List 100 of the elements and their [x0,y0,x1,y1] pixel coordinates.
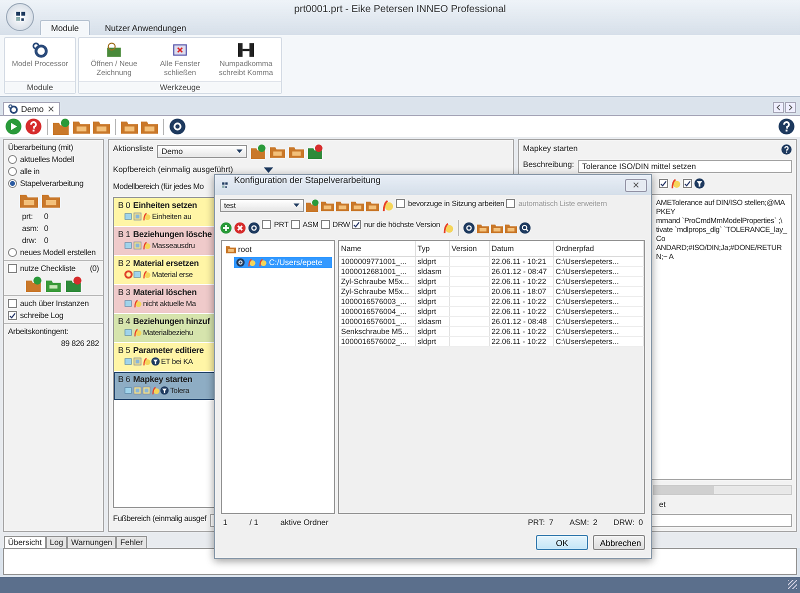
document-icon [133,241,142,250]
output-tab[interactable]: Fehler [116,536,147,548]
section-label: Modellbereich (für jedes Mo [113,182,204,191]
document-tab[interactable]: Demo [3,102,60,115]
radio-option[interactable]: aktuelles Modell [8,155,74,164]
checklist-count: (0) [90,264,99,273]
swirl-icon [670,178,681,189]
checkmark-icon [9,312,16,320]
filter-icon [694,178,705,189]
scroll-left-button[interactable] [773,102,784,113]
help-icon[interactable] [778,118,795,135]
folder-plus-icon[interactable] [53,118,70,135]
folder-icon[interactable] [270,144,286,159]
radio-option[interactable]: alle in [8,167,40,176]
count-value: 0 [44,224,50,233]
folder-delete-icon[interactable] [66,276,82,292]
square-icon [124,241,133,250]
drawing-icon [106,42,122,58]
swirl-icon[interactable] [381,199,394,212]
count-value: 7 [549,518,554,527]
swirl-icon [142,212,151,221]
square-icon [124,328,133,337]
target-icon[interactable] [463,222,476,234]
filter-icon [151,357,160,366]
action-list-select[interactable]: Demo [157,145,248,158]
scroll-right-button[interactable] [785,102,796,113]
checkmark-icon [353,220,360,228]
output-tab[interactable]: Übersicht [4,536,46,548]
section-label: Fußbereich (einmalig ausgef [113,514,206,523]
block-title: B 6 Mapkey starten [118,374,192,384]
gear-icon [32,42,48,58]
radio-option[interactable]: Stapelverarbeitung [8,179,84,188]
filter-icon [160,386,169,395]
swirl-icon [258,258,267,267]
block-title: B 4 Beziehungen hinzuf [118,316,210,326]
folder-icon[interactable] [289,144,304,159]
swirl-icon[interactable] [442,222,454,234]
dialog-button[interactable]: Abbrechen [593,535,645,550]
document-icon [133,357,142,366]
checkbox[interactable]: schreibe Log [8,311,64,320]
panel-title: Mapkey starten [523,144,578,153]
close-icon[interactable] [46,105,55,113]
dropdown-icon [293,202,300,209]
target-icon[interactable] [169,118,186,135]
delete-icon[interactable] [234,222,246,234]
section-heading: Überarbeitung (mit) [8,143,74,152]
count-label: DRW: [614,518,635,527]
block-title: B 1 Beziehungen lösche [118,229,212,239]
count-label: prt: [22,212,34,221]
status-text: aktive Ordner [280,518,328,527]
count-value: 0 [44,236,50,245]
window-title: prt0001.prt - Eike Petersen INNEO Professional [293,2,507,16]
checkbox[interactable] [683,179,692,188]
radio-option[interactable]: neues Modell erstellen [8,248,96,257]
close-icon [632,181,640,189]
block-title: B 3 Material löschen [118,287,197,297]
checkbox[interactable] [659,179,668,188]
field-label: Beschreibung: [523,160,574,169]
search-icon[interactable] [519,222,532,234]
gear-icon [8,104,18,114]
folder-plus-icon[interactable] [306,199,319,212]
folder-plus-icon[interactable] [251,144,266,159]
help-icon[interactable] [25,118,42,135]
tree-item[interactable]: root [224,243,332,255]
swirl-icon [142,241,151,250]
quota-label: Arbeitskontingent: [8,327,68,336]
ribbon-tab[interactable]: Module [40,20,90,35]
count-label: asm: [22,224,40,233]
checkbox[interactable]: auch über Instanzen [8,299,89,308]
swirl-icon [142,270,151,279]
close-button[interactable] [625,178,647,192]
dialog-title: Konfiguration der Stapelverarbeitung [234,175,381,185]
swirl-icon [133,328,142,337]
horizontal-scrollbar[interactable] [653,485,792,495]
quota-value: 89 826 282 [60,339,99,348]
section-label: et [658,500,666,509]
count-value: 0 [44,212,50,221]
ribbon-tab[interactable]: Nutzer Anwendungen [94,20,198,35]
checkbox[interactable]: nutze Checkliste [8,264,76,273]
description-field[interactable]: Tolerance ISO/DIN mittel setzen [578,160,792,173]
output-tab[interactable]: Log [46,536,68,548]
play-icon[interactable] [5,118,22,135]
app-logo[interactable] [6,3,34,31]
count-label: ASM: [569,518,590,527]
dropdown-icon [236,148,244,155]
help-icon[interactable] [781,144,792,155]
folder-icon[interactable] [336,199,349,212]
group-label: Werkzeuge [79,81,281,94]
folder-delete-icon[interactable] [308,144,324,159]
dialog-button[interactable]: OK [536,535,588,550]
folder-icon[interactable] [366,199,379,212]
field-label: Aktionsliste [113,144,154,153]
output-tab[interactable]: Warnungen [67,536,116,548]
checkmark-icon [684,180,691,188]
folder-icon[interactable] [491,222,504,234]
folder-plus-icon[interactable] [26,276,42,292]
document-icon [133,212,142,221]
folder-icon[interactable] [321,199,334,212]
folder-icon[interactable] [351,199,364,212]
add-icon[interactable] [220,222,232,234]
